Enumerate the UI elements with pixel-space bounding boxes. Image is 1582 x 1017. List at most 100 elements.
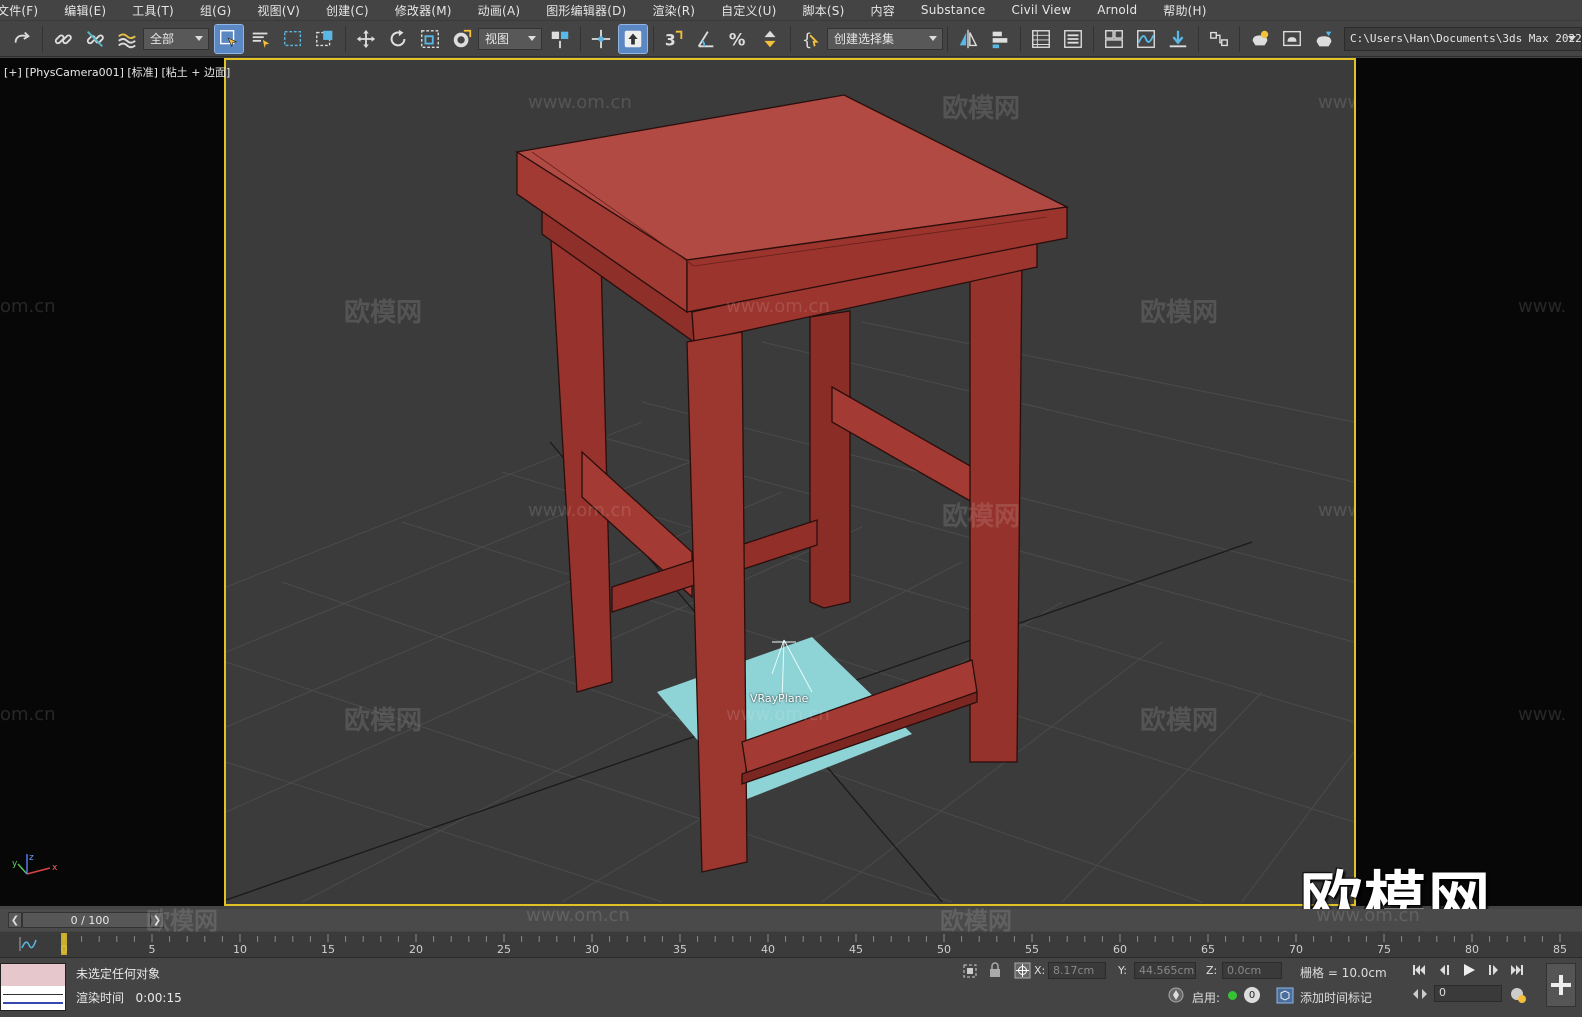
link-button[interactable] [49, 25, 77, 53]
time-configuration-icon[interactable] [1510, 986, 1526, 1004]
menu-create[interactable]: 创建(C) [313, 2, 382, 19]
menu-customize[interactable]: 自定义(U) [708, 2, 789, 19]
material-editor-button[interactable] [1205, 25, 1233, 53]
zoom-extents-all-button[interactable] [1546, 963, 1576, 1007]
maxscript-mini-listener[interactable] [0, 963, 66, 1011]
timeline-tick-label: 5 [149, 943, 156, 956]
render-time-label: 渲染时间 [76, 991, 125, 1005]
place-button[interactable] [448, 25, 476, 53]
select-manipulate-button[interactable] [587, 25, 615, 53]
play-button[interactable] [1460, 962, 1478, 978]
rotate-button[interactable] [384, 25, 412, 53]
rectangle-selection-button[interactable] [279, 25, 307, 53]
named-selection-dropdown[interactable]: 创建选择集 [827, 27, 943, 50]
layer-explorer-button[interactable] [1059, 25, 1087, 53]
render-time: 渲染时间 0:00:15 [76, 989, 182, 1006]
watermark-logo: 欧模网 [1140, 706, 1219, 736]
angle-snap-button[interactable] [692, 25, 720, 53]
menu-scripting[interactable]: 脚本(S) [790, 2, 858, 19]
menu-civil-view[interactable]: Civil View [998, 3, 1084, 17]
previous-frame-button[interactable] [1436, 962, 1454, 978]
axis-tripod-icon: x y z [12, 853, 58, 875]
select-by-name-button[interactable] [247, 25, 275, 53]
isolate-selection-icon[interactable] [962, 963, 978, 979]
menu-help[interactable]: 帮助(H) [1150, 2, 1219, 19]
key-mode-toggle-icon[interactable] [1412, 987, 1428, 1001]
scene-explorer-button[interactable] [1027, 25, 1055, 53]
reference-coordinate-dropdown[interactable]: 视图 [478, 27, 542, 50]
spinner-snap-button[interactable] [756, 25, 784, 53]
time-slider-thumb[interactable]: 0 / 100 [22, 912, 158, 928]
mini-curve-editor-icon[interactable] [14, 935, 40, 953]
go-to-start-button[interactable] [1410, 962, 1428, 978]
menu-edit[interactable]: 编辑(E) [51, 2, 119, 19]
toggle-ribbon-button[interactable] [1100, 25, 1128, 53]
viewport-label-menu[interactable]: [+] [PhysCamera001] [标准] [粘土 + 边面] [4, 64, 230, 80]
selection-lock-icon[interactable] [988, 962, 1002, 979]
move-button[interactable] [352, 25, 380, 53]
selection-filter-dropdown[interactable]: 全部 [143, 27, 209, 50]
track-bar[interactable]: 0510152025303540455055606570758085 [0, 932, 1582, 958]
stool-model[interactable] [515, 94, 1070, 873]
perspective-viewport[interactable]: VRayPlane 欧模网 www.om.cn 欧模网 www.om.cn 欧模… [224, 58, 1356, 906]
keyboard-shortcut-override-button[interactable] [618, 23, 648, 54]
percent-snap-button[interactable]: % [724, 25, 752, 53]
time-slider[interactable]: ❮ 0 / 100 ❯ 欧模网 www.om.cn 欧模网 www.om.cn [0, 905, 1582, 935]
counter-badge[interactable]: 0 [1244, 987, 1260, 1003]
menu-rendering[interactable]: 渲染(R) [639, 2, 708, 19]
toolbar-separator [580, 25, 581, 52]
next-frame-button[interactable] [1484, 962, 1502, 978]
render-setup-button[interactable] [1246, 25, 1274, 53]
bind-space-warp-button[interactable] [113, 25, 141, 53]
coord-y-field[interactable]: 44.565cm [1134, 962, 1196, 979]
adaptive-degradation-icon[interactable] [1168, 987, 1184, 1003]
unlink-button[interactable] [81, 25, 109, 53]
watermark-logo: 欧模网 [344, 706, 423, 736]
home-grid [226, 321, 1354, 903]
mirror-button[interactable] [954, 25, 982, 53]
menu-animation[interactable]: 动画(A) [465, 2, 534, 19]
menu-group[interactable]: 组(G) [187, 2, 244, 19]
rendered-frame-window-button[interactable] [1278, 25, 1306, 53]
snaps-toggle-button[interactable]: 3 [660, 25, 688, 53]
add-time-tag-button[interactable]: 添加时间标记 [1300, 989, 1372, 1006]
chevron-down-icon [195, 35, 203, 41]
viewport-right-letterbox [1356, 58, 1582, 906]
rect-select-icon [284, 30, 302, 46]
menu-views[interactable]: 视图(V) [244, 2, 313, 19]
coord-z-field[interactable]: 0.0cm [1222, 962, 1282, 979]
timeline-tick-label: 70 [1289, 943, 1303, 956]
toolbar-separator [1020, 25, 1021, 52]
project-path-field[interactable]: C:\Users\Han\Documents\3ds Max 2022 [1344, 26, 1582, 51]
menu-tools[interactable]: 工具(T) [119, 2, 187, 19]
menu-graph-editors[interactable]: 图形编辑器(D) [533, 2, 639, 19]
axis-y-label: y [12, 859, 18, 869]
menu-content[interactable]: 内容 [858, 2, 908, 19]
time-tag-cube-icon[interactable] [1276, 987, 1294, 1004]
window-crossing-button[interactable] [311, 25, 339, 53]
viewport-left-letterbox [0, 58, 224, 906]
rendered-frame-icon [1283, 30, 1301, 46]
svg-text:{: { [802, 30, 813, 49]
time-slider-prev-button[interactable]: ❮ [8, 912, 22, 928]
select-object-button[interactable] [214, 23, 244, 54]
menu-arnold[interactable]: Arnold [1084, 3, 1150, 17]
render-production-button[interactable] [1310, 25, 1338, 53]
scale-button[interactable] [416, 25, 444, 53]
edit-named-selection-button[interactable]: { [797, 25, 825, 53]
current-frame-marker[interactable] [61, 933, 67, 955]
timeline-tick-label: 75 [1377, 943, 1391, 956]
coord-x-field[interactable]: 8.17cm [1048, 962, 1106, 979]
curve-editor-button[interactable] [1132, 25, 1160, 53]
coord-x-value: 8.17cm [1053, 964, 1095, 977]
menu-modifiers[interactable]: 修改器(M) [382, 2, 465, 19]
menu-substance[interactable]: Substance [908, 3, 999, 17]
absolute-transform-icon[interactable] [1014, 962, 1031, 979]
go-to-end-button[interactable] [1508, 962, 1526, 978]
current-frame-spinner[interactable]: 0 [1434, 985, 1502, 1002]
redo-button[interactable] [8, 25, 36, 53]
align-button[interactable] [986, 25, 1014, 53]
schematic-view-button[interactable] [1164, 25, 1192, 53]
pivot-center-button[interactable] [546, 25, 574, 53]
menu-file[interactable]: 文件(F) [0, 2, 51, 19]
